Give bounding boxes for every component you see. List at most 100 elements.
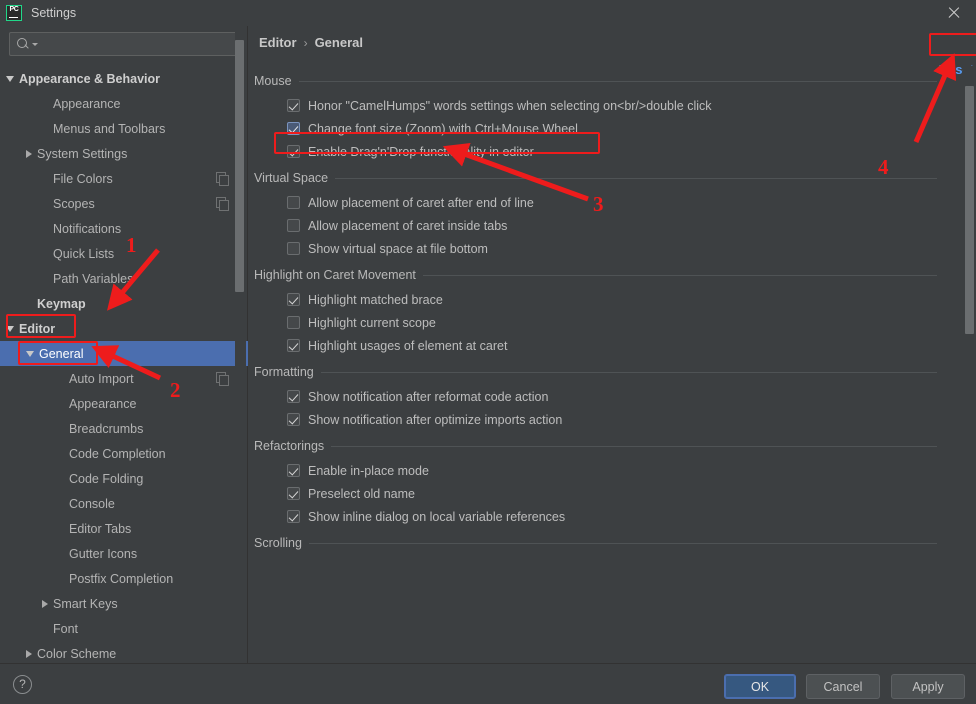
- chevron-right-icon[interactable]: [26, 649, 32, 658]
- sidebar-item-label: Quick Lists: [53, 246, 115, 261]
- sidebar-item-system-settings[interactable]: System Settings: [0, 141, 248, 166]
- checkbox-icon[interactable]: [287, 390, 300, 403]
- sidebar-item-code-folding[interactable]: Code Folding: [0, 466, 248, 491]
- sidebar-item-label: Breadcrumbs: [69, 421, 144, 436]
- sidebar-item-color-scheme[interactable]: Color Scheme: [0, 641, 248, 663]
- ok-button[interactable]: OK: [724, 674, 796, 699]
- sidebar-item-appearance-behavior[interactable]: Appearance & Behavior: [0, 66, 248, 91]
- checkbox-label: Enable in-place mode: [308, 463, 429, 478]
- checkbox-icon[interactable]: [287, 510, 300, 523]
- apply-button[interactable]: Apply: [891, 674, 965, 699]
- sidebar-item-path-variables[interactable]: Path Variables: [0, 266, 248, 291]
- checkbox-icon[interactable]: [287, 242, 300, 255]
- group-title: Mouse: [254, 74, 292, 88]
- sidebar-item-appearance[interactable]: Appearance: [0, 91, 248, 116]
- sidebar-item-quick-lists[interactable]: Quick Lists: [0, 241, 248, 266]
- checkbox-icon[interactable]: [287, 316, 300, 329]
- sidebar-item-appearance[interactable]: Appearance: [0, 391, 248, 416]
- checkbox-row[interactable]: Preselect old name: [249, 482, 961, 505]
- checkbox-icon[interactable]: [287, 413, 300, 426]
- checkbox-label: Show notification after reformat code ac…: [308, 389, 549, 404]
- sidebar-item-keymap[interactable]: Keymap: [0, 291, 248, 316]
- sidebar-item-label: Path Variables: [53, 271, 134, 286]
- sidebar-item-label: Color Scheme: [37, 646, 117, 661]
- checkbox-row[interactable]: Highlight matched brace: [249, 288, 961, 311]
- checkbox-icon[interactable]: [287, 196, 300, 209]
- checkbox-row[interactable]: Highlight usages of element at caret: [249, 334, 961, 357]
- chevron-right-icon[interactable]: [42, 599, 48, 608]
- sidebar-item-label: Appearance: [69, 396, 137, 411]
- sidebar-item-label: Notifications: [53, 221, 122, 236]
- sidebar-item-postfix-completion[interactable]: Postfix Completion: [0, 566, 248, 591]
- sidebar-item-auto-import[interactable]: Auto Import: [0, 366, 248, 391]
- copy-icon[interactable]: [216, 197, 229, 211]
- sidebar-item-smart-keys[interactable]: Smart Keys: [0, 591, 248, 616]
- sidebar-item-menus-and-toolbars[interactable]: Menus and Toolbars: [0, 116, 248, 141]
- checkbox-icon[interactable]: [287, 293, 300, 306]
- sidebar-item-label: Gutter Icons: [69, 546, 138, 561]
- cancel-button[interactable]: Cancel: [806, 674, 880, 699]
- option-group: Scrolling: [249, 530, 961, 556]
- checkbox-row[interactable]: Allow placement of caret after end of li…: [249, 191, 961, 214]
- copy-icon[interactable]: [216, 372, 229, 386]
- search-box[interactable]: [9, 32, 238, 56]
- sidebar-item-file-colors[interactable]: File Colors: [0, 166, 248, 191]
- title-bar: PC Settings: [0, 0, 976, 26]
- close-icon[interactable]: [945, 4, 963, 22]
- search-icon: [17, 37, 31, 51]
- sidebar-item-editor-tabs[interactable]: Editor Tabs: [0, 516, 248, 541]
- sidebar-item-scopes[interactable]: Scopes: [0, 191, 248, 216]
- sidebar-item-label: File Colors: [53, 171, 113, 186]
- checkbox-icon[interactable]: [287, 339, 300, 352]
- settings-dialog: PC Settings Appearance & Behavior Appeara…: [0, 0, 976, 704]
- checkbox-label: Show notification after optimize imports…: [308, 412, 563, 427]
- sidebar-item-code-completion[interactable]: Code Completion: [0, 441, 248, 466]
- checkbox-row[interactable]: Show virtual space at file bottom: [249, 237, 961, 260]
- checkbox-icon[interactable]: [287, 99, 300, 112]
- group-divider: [298, 80, 937, 82]
- sidebar-item-label: Code Completion: [69, 446, 166, 461]
- sidebar-item-label: Console: [69, 496, 115, 511]
- sidebar-item-label: Editor Tabs: [69, 521, 132, 536]
- sidebar-item-label: Postfix Completion: [69, 571, 174, 586]
- checkbox-row[interactable]: Show notification after reformat code ac…: [249, 385, 961, 408]
- search-input[interactable]: [38, 37, 237, 51]
- checkbox-label: Show inline dialog on local variable ref…: [308, 509, 566, 524]
- checkbox-icon[interactable]: [287, 487, 300, 500]
- help-icon[interactable]: ?: [13, 675, 32, 694]
- checkbox-icon[interactable]: [287, 219, 300, 232]
- checkbox-icon[interactable]: [287, 464, 300, 477]
- checkbox-row[interactable]: Honor "CamelHumps" words settings when s…: [249, 94, 961, 117]
- sidebar-scrollbar[interactable]: [235, 26, 246, 623]
- breadcrumb-current: General: [314, 35, 363, 50]
- checkbox-label: Preselect old name: [308, 486, 416, 501]
- checkbox-row[interactable]: Allow placement of caret inside tabs: [249, 214, 961, 237]
- option-group: Refactorings Enable in-place mode Preselec…: [249, 433, 961, 528]
- checkbox-label: Highlight current scope: [308, 315, 436, 330]
- sidebar-item-breadcrumbs[interactable]: Breadcrumbs: [0, 416, 248, 441]
- content-scrollbar[interactable]: [963, 66, 976, 663]
- group-title: Highlight on Caret Movement: [254, 268, 416, 282]
- sidebar-item-console[interactable]: Console: [0, 491, 248, 516]
- annotation-box-reset: [929, 33, 976, 56]
- group-divider: [320, 371, 937, 373]
- chevron-right-icon[interactable]: [26, 149, 32, 158]
- sidebar-item-font[interactable]: Font: [0, 616, 248, 641]
- checkbox-row[interactable]: Highlight current scope: [249, 311, 961, 334]
- checkbox-label: Allow placement of caret after end of li…: [308, 195, 534, 210]
- sidebar-item-label: Font: [53, 621, 79, 636]
- sidebar-item-gutter-icons[interactable]: Gutter Icons: [0, 541, 248, 566]
- annotation-box-general: [18, 341, 98, 365]
- checkbox-row[interactable]: Show notification after optimize imports…: [249, 408, 961, 431]
- checkbox-row[interactable]: Show inline dialog on local variable ref…: [249, 505, 961, 528]
- sidebar-scrollbar-thumb[interactable]: [235, 40, 244, 292]
- chevron-down-icon[interactable]: [6, 75, 14, 82]
- group-header: Formatting: [249, 359, 961, 385]
- breadcrumb-parent[interactable]: Editor: [259, 35, 297, 50]
- checkbox-row[interactable]: Enable in-place mode: [249, 459, 961, 482]
- copy-icon[interactable]: [216, 172, 229, 186]
- breadcrumb: Editor › General: [259, 35, 363, 50]
- sidebar-item-notifications[interactable]: Notifications: [0, 216, 248, 241]
- group-header: Highlight on Caret Movement: [249, 262, 961, 288]
- content-scrollbar-thumb[interactable]: [965, 86, 974, 334]
